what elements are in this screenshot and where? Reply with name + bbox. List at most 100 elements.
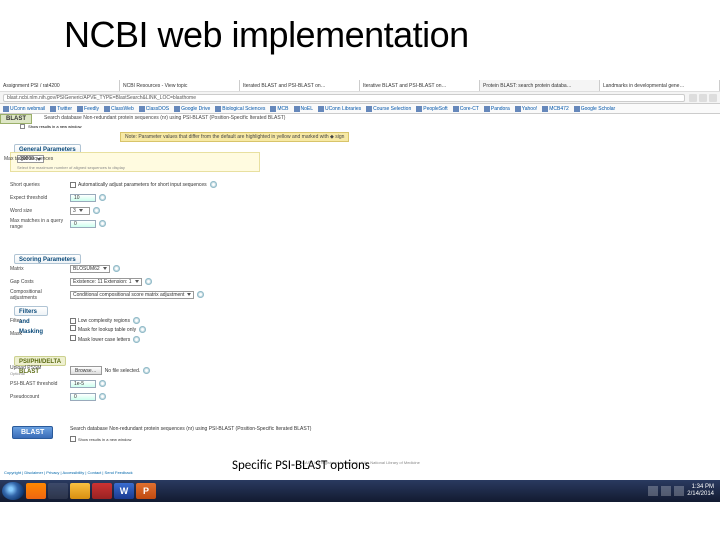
bookmark-item[interactable]: Biological Sciences bbox=[215, 106, 265, 112]
browser-tab[interactable]: Iterative BLAST and PSI-BLAST on… bbox=[360, 80, 480, 91]
taskbar-firefox-icon[interactable] bbox=[26, 483, 46, 499]
comp-select[interactable]: Conditional compositional score matrix a… bbox=[70, 291, 194, 299]
tray-flag-icon[interactable] bbox=[648, 486, 658, 496]
help-icon[interactable]: ? bbox=[139, 326, 146, 333]
run-description: Search database Non-redundant protein se… bbox=[70, 426, 311, 432]
max-target-label: Max target sequences bbox=[4, 156, 64, 162]
taskbar-outlook-icon[interactable] bbox=[70, 483, 90, 499]
system-tray: 1:34 PM 2/14/2014 bbox=[648, 480, 718, 502]
bookmark-icon bbox=[515, 106, 521, 112]
bookmark-item[interactable]: Google Drive bbox=[174, 106, 210, 112]
mask-label: Mask bbox=[10, 331, 70, 337]
bookmark-item[interactable]: Core-CT bbox=[453, 106, 479, 112]
help-icon[interactable]: ? bbox=[143, 367, 150, 374]
bookmark-item[interactable]: Yahoo! bbox=[515, 106, 537, 112]
upload-pssm-label: Upload PSSM Optional bbox=[10, 365, 70, 377]
reload-icon[interactable] bbox=[689, 94, 697, 102]
bookmark-item[interactable]: Google Scholar bbox=[574, 106, 615, 112]
tray-clock[interactable]: 1:34 PM 2/14/2014 bbox=[687, 484, 714, 498]
browse-button[interactable]: Browse… bbox=[70, 366, 102, 375]
bookmark-label: Twitter bbox=[57, 106, 72, 112]
tray-volume-icon[interactable] bbox=[674, 486, 684, 496]
short-queries-text: Automatically adjust parameters for shor… bbox=[78, 182, 207, 188]
mask-lower-checkbox[interactable] bbox=[70, 335, 76, 341]
bookmark-icon bbox=[139, 106, 145, 112]
bookmark-label: Biological Sciences bbox=[222, 106, 265, 112]
help-icon[interactable]: ? bbox=[145, 278, 152, 285]
help-icon[interactable]: ? bbox=[113, 265, 120, 272]
browser-tab[interactable]: Iterated BLAST and PSI-BLAST on… bbox=[240, 80, 360, 91]
taskbar-word-icon[interactable]: W bbox=[114, 483, 134, 499]
tab-label: NCBI Resources - View topic bbox=[123, 83, 236, 89]
short-queries-checkbox[interactable] bbox=[70, 182, 76, 188]
bookmark-item[interactable]: MCB bbox=[270, 106, 288, 112]
browser-screenshot: Assignment PSI / rat4200 NCBI Resources … bbox=[0, 80, 720, 480]
browser-tab[interactable]: Landmarks in developmental gene… bbox=[600, 80, 720, 91]
bookmark-item[interactable]: Pandora bbox=[484, 106, 510, 112]
start-button[interactable] bbox=[2, 482, 24, 500]
help-icon[interactable]: ? bbox=[99, 393, 106, 400]
bookmark-item[interactable]: MCB472 bbox=[542, 106, 568, 112]
bookmark-item[interactable]: UConn Libraries bbox=[318, 106, 361, 112]
bookmark-icon[interactable] bbox=[699, 94, 707, 102]
bookmark-label: ClassDOS bbox=[146, 106, 169, 112]
bookmark-item[interactable]: PeopleSoft bbox=[416, 106, 447, 112]
nofile-text: No file selected. bbox=[105, 368, 141, 374]
taskbar-reader-icon[interactable] bbox=[92, 483, 112, 499]
tray-network-icon[interactable] bbox=[661, 486, 671, 496]
expect-input[interactable]: 10 bbox=[70, 194, 96, 202]
blast-button[interactable]: BLAST bbox=[12, 426, 53, 439]
bookmark-icon bbox=[484, 106, 490, 112]
tab-label: Landmarks in developmental gene… bbox=[603, 83, 716, 89]
help-icon[interactable]: ? bbox=[99, 380, 106, 387]
show-new-row: Show results in a new window bbox=[20, 124, 81, 129]
bookmark-label: Feedly bbox=[84, 106, 99, 112]
url-field[interactable]: blast.ncbi.nlm.nih.gov/PSIGeneric/APVE_T… bbox=[3, 94, 685, 102]
ncbi-footer-links[interactable]: Copyright | Disclaimer | Privacy | Acces… bbox=[4, 470, 133, 475]
bookmark-icon bbox=[318, 106, 324, 112]
help-icon[interactable]: ? bbox=[99, 194, 106, 201]
pseudocount-input[interactable]: 0 bbox=[70, 393, 96, 401]
word-select[interactable]: 3 bbox=[70, 207, 90, 215]
gap-select[interactable]: Existence: 11 Extension: 1 bbox=[70, 278, 142, 286]
bookmark-label: Yahoo! bbox=[522, 106, 537, 112]
help-icon[interactable]: ? bbox=[99, 220, 106, 227]
bookmark-item[interactable]: Course Selection bbox=[366, 106, 411, 112]
tab-label: Iterated BLAST and PSI-BLAST on… bbox=[243, 83, 356, 89]
bookmark-label: NoEL bbox=[301, 106, 314, 112]
bookmark-item[interactable]: UConn webmail bbox=[3, 106, 45, 112]
browser-tabstrip: Assignment PSI / rat4200 NCBI Resources … bbox=[0, 80, 720, 92]
show-new-checkbox[interactable] bbox=[20, 124, 25, 129]
bookmark-item[interactable]: Feedly bbox=[77, 106, 99, 112]
bookmark-item[interactable]: ClassDOS bbox=[139, 106, 169, 112]
help-icon[interactable]: ? bbox=[133, 336, 140, 343]
browser-tab[interactable]: NCBI Resources - View topic bbox=[120, 80, 240, 91]
psi-threshold-input[interactable]: 1e-5 bbox=[70, 380, 96, 388]
help-icon[interactable]: ? bbox=[133, 317, 140, 324]
word-label: Word size bbox=[10, 208, 70, 214]
bookmark-label: MCB bbox=[277, 106, 288, 112]
bookmark-icon bbox=[215, 106, 221, 112]
matrix-select[interactable]: BLOSUM62 bbox=[70, 265, 110, 273]
max-target-hint: Select the maximum number of aligned seq… bbox=[17, 165, 259, 170]
maxmatch-input[interactable]: 0 bbox=[70, 220, 96, 228]
help-icon[interactable]: ? bbox=[210, 181, 217, 188]
taskbar-explorer-icon[interactable] bbox=[48, 483, 68, 499]
mask-lookup-checkbox[interactable] bbox=[70, 325, 76, 331]
bookmark-label: UConn webmail bbox=[10, 106, 45, 112]
browser-tab-active[interactable]: Protein BLAST: search protein databa… bbox=[480, 80, 600, 91]
taskbar-powerpoint-icon[interactable]: P bbox=[136, 483, 156, 499]
low-complexity-checkbox[interactable] bbox=[70, 318, 76, 324]
browser-tab[interactable]: Assignment PSI / rat4200 bbox=[0, 80, 120, 91]
run-show-new-checkbox[interactable] bbox=[70, 436, 76, 442]
bookmark-item[interactable]: ClassWeb bbox=[104, 106, 134, 112]
bookmark-item[interactable]: NoEL bbox=[294, 106, 314, 112]
pseudocount-label: Pseudocount bbox=[10, 394, 70, 400]
help-icon[interactable]: ? bbox=[197, 291, 204, 298]
low-complexity-text: Low complexity regions bbox=[78, 318, 130, 324]
menu-icon[interactable] bbox=[709, 94, 717, 102]
help-icon[interactable]: ? bbox=[93, 207, 100, 214]
max-target-highlighted: 20000 Select the maximum number of align… bbox=[10, 152, 260, 172]
windows-taskbar: W P 1:34 PM 2/14/2014 bbox=[0, 480, 720, 502]
bookmark-item[interactable]: Twitter bbox=[50, 106, 72, 112]
